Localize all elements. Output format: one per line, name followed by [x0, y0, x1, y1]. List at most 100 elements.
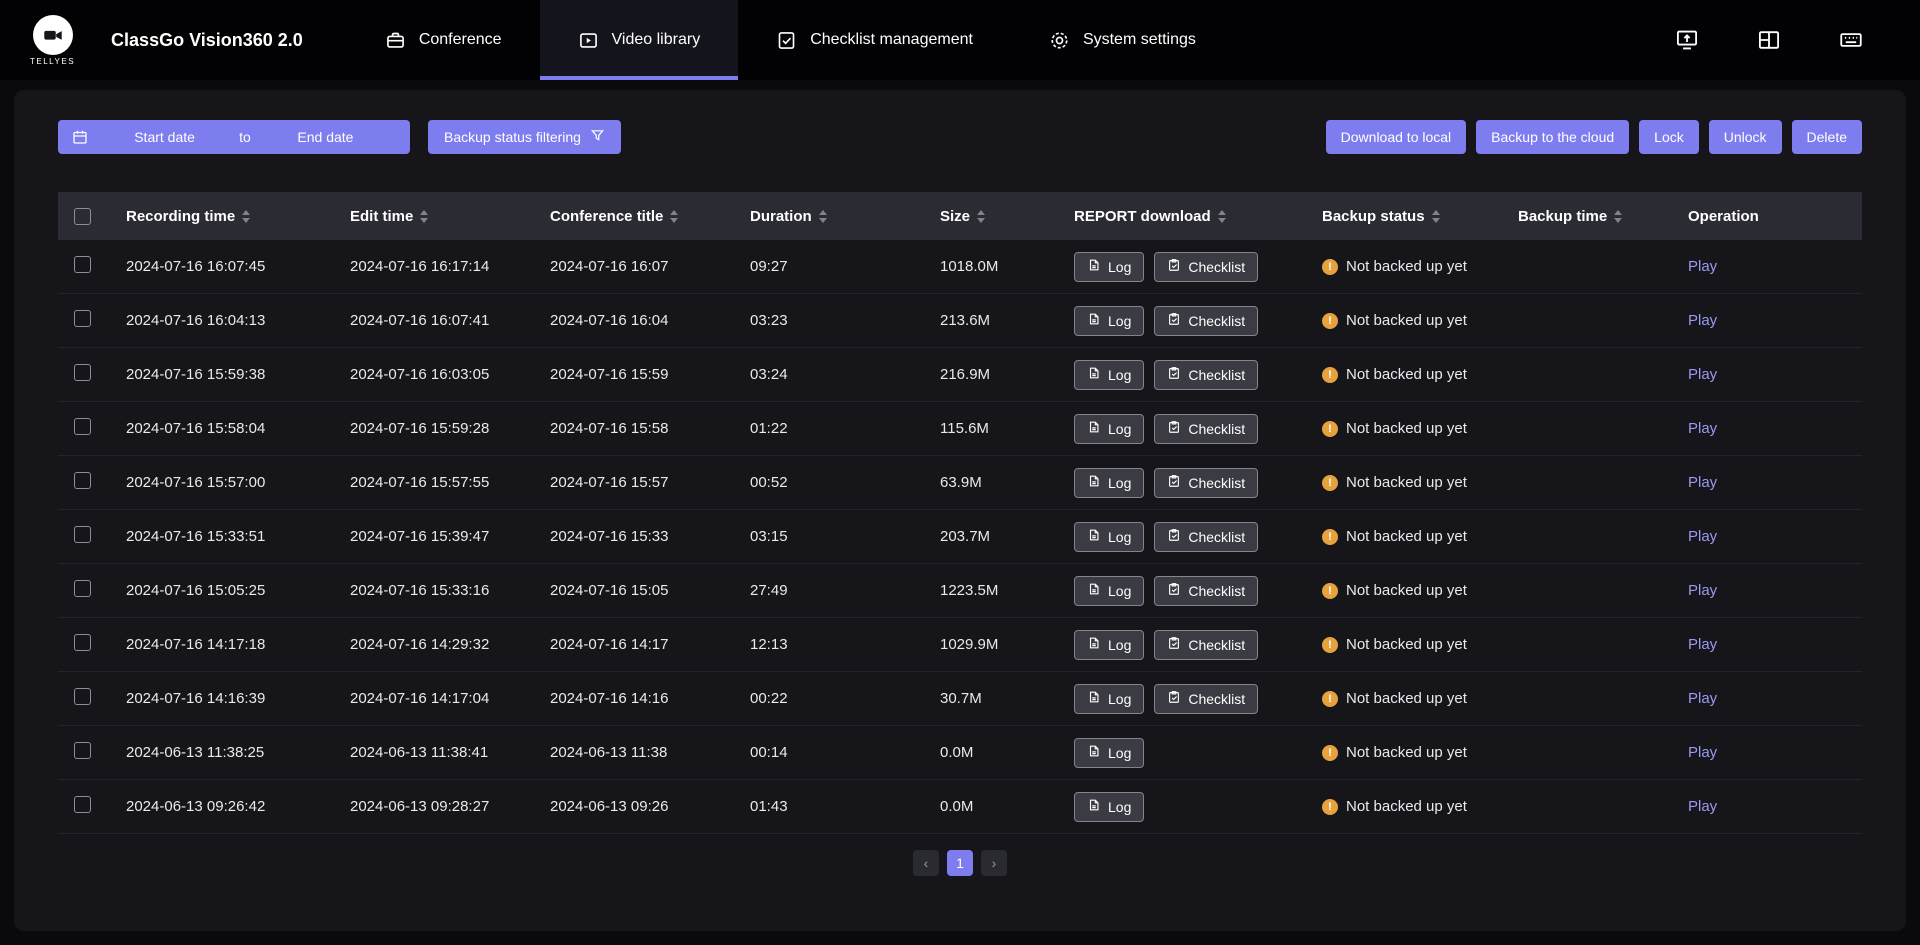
tab-conference[interactable]: Conference — [347, 0, 540, 80]
row-checkbox[interactable] — [74, 364, 91, 381]
log-button[interactable]: Log — [1074, 630, 1144, 660]
start-date-input[interactable]: Start date — [94, 129, 235, 145]
warning-icon: ! — [1322, 475, 1338, 491]
col-header-size[interactable]: Size — [940, 208, 1074, 225]
col-header-recording-time[interactable]: Recording time — [126, 208, 350, 225]
log-button[interactable]: Log — [1074, 468, 1144, 498]
log-button[interactable]: Log — [1074, 252, 1144, 282]
play-link[interactable]: Play — [1688, 744, 1717, 761]
checklist-button[interactable]: Checklist — [1154, 306, 1258, 336]
log-icon — [1087, 474, 1101, 491]
layout-button[interactable] — [1756, 27, 1782, 53]
filter-button-label: Backup status filtering — [444, 129, 581, 145]
row-checkbox[interactable] — [74, 526, 91, 543]
keyboard-button[interactable] — [1838, 27, 1864, 53]
recording-time-cell: 2024-07-16 16:04:13 — [126, 312, 350, 329]
sort-icon[interactable] — [1614, 210, 1622, 223]
backup-to-cloud-button[interactable]: Backup to the cloud — [1476, 120, 1629, 154]
recording-time-cell: 2024-07-16 15:33:51 — [126, 528, 350, 545]
col-header-report-download[interactable]: REPORT download — [1074, 208, 1322, 225]
row-checkbox[interactable] — [74, 742, 91, 759]
sort-icon[interactable] — [420, 210, 428, 223]
checklist-button[interactable]: Checklist — [1154, 576, 1258, 606]
log-button[interactable]: Log — [1074, 360, 1144, 390]
play-link[interactable]: Play — [1688, 528, 1717, 545]
page-number-button[interactable]: 1 — [947, 850, 973, 876]
backup-status-cell: !Not backed up yet — [1322, 582, 1518, 599]
play-link[interactable]: Play — [1688, 690, 1717, 707]
play-link[interactable]: Play — [1688, 636, 1717, 653]
edit-time-cell: 2024-07-16 16:03:05 — [350, 366, 550, 383]
col-header-conference-title[interactable]: Conference title — [550, 208, 750, 225]
row-checkbox-cell — [58, 796, 126, 817]
sort-icon[interactable] — [1218, 210, 1226, 223]
checklist-button[interactable]: Checklist — [1154, 360, 1258, 390]
col-header-label: Backup status — [1322, 208, 1425, 225]
size-cell: 1029.9M — [940, 636, 1074, 653]
checklist-doc-icon — [1167, 690, 1181, 707]
col-header-duration[interactable]: Duration — [750, 208, 940, 225]
end-date-input[interactable]: End date — [255, 129, 396, 145]
next-page-button[interactable]: › — [981, 850, 1007, 876]
log-button[interactable]: Log — [1074, 414, 1144, 444]
sort-icon[interactable] — [1432, 210, 1440, 223]
backup-status-cell: !Not backed up yet — [1322, 690, 1518, 707]
sort-icon[interactable] — [670, 210, 678, 223]
row-checkbox[interactable] — [74, 796, 91, 813]
download-to-local-button[interactable]: Download to local — [1326, 120, 1467, 154]
play-link[interactable]: Play — [1688, 798, 1717, 815]
sort-icon[interactable] — [819, 210, 827, 223]
recording-time-cell: 2024-06-13 09:26:42 — [126, 798, 350, 815]
select-all-checkbox[interactable] — [74, 208, 91, 225]
row-checkbox[interactable] — [74, 472, 91, 489]
play-link[interactable]: Play — [1688, 474, 1717, 491]
checklist-button[interactable]: Checklist — [1154, 252, 1258, 282]
checklist-button[interactable]: Checklist — [1154, 522, 1258, 552]
row-checkbox[interactable] — [74, 580, 91, 597]
log-button[interactable]: Log — [1074, 306, 1144, 336]
col-header-operation: Operation — [1688, 208, 1862, 225]
screen-cast-button[interactable] — [1674, 27, 1700, 53]
operation-cell: Play — [1688, 582, 1862, 599]
checklist-button[interactable]: Checklist — [1154, 414, 1258, 444]
checklist-button[interactable]: Checklist — [1154, 468, 1258, 498]
play-link[interactable]: Play — [1688, 312, 1717, 329]
unlock-button[interactable]: Unlock — [1709, 120, 1782, 154]
log-button[interactable]: Log — [1074, 792, 1144, 822]
sort-icon[interactable] — [242, 210, 250, 223]
date-range-picker[interactable]: Start date to End date — [58, 120, 410, 154]
play-link[interactable]: Play — [1688, 420, 1717, 437]
row-checkbox[interactable] — [74, 418, 91, 435]
play-link[interactable]: Play — [1688, 258, 1717, 275]
row-checkbox[interactable] — [74, 256, 91, 273]
row-checkbox[interactable] — [74, 634, 91, 651]
tab-checklist-management[interactable]: Checklist management — [738, 0, 1011, 80]
layout-icon — [1756, 27, 1782, 53]
row-checkbox[interactable] — [74, 310, 91, 327]
tab-system-settings[interactable]: System settings — [1011, 0, 1234, 80]
col-header-edit-time[interactable]: Edit time — [350, 208, 550, 225]
duration-cell: 01:43 — [750, 798, 940, 815]
col-header-backup-time[interactable]: Backup time — [1518, 208, 1688, 225]
backup-status-filter-button[interactable]: Backup status filtering — [428, 120, 621, 154]
tab-video-library[interactable]: Video library — [540, 0, 739, 80]
lock-button[interactable]: Lock — [1639, 120, 1699, 154]
warning-icon: ! — [1322, 529, 1338, 545]
log-button[interactable]: Log — [1074, 684, 1144, 714]
log-button[interactable]: Log — [1074, 738, 1144, 768]
play-link[interactable]: Play — [1688, 366, 1717, 383]
play-link[interactable]: Play — [1688, 582, 1717, 599]
col-header-backup-status[interactable]: Backup status — [1322, 208, 1518, 225]
operation-cell: Play — [1688, 798, 1862, 815]
sort-icon[interactable] — [977, 210, 985, 223]
row-checkbox[interactable] — [74, 688, 91, 705]
prev-page-button[interactable]: ‹ — [913, 850, 939, 876]
delete-button[interactable]: Delete — [1792, 120, 1862, 154]
checklist-button[interactable]: Checklist — [1154, 630, 1258, 660]
log-button[interactable]: Log — [1074, 576, 1144, 606]
col-header-label: Backup time — [1518, 208, 1607, 225]
backup-status-cell: !Not backed up yet — [1322, 420, 1518, 437]
checklist-button[interactable]: Checklist — [1154, 684, 1258, 714]
log-button[interactable]: Log — [1074, 522, 1144, 552]
video-library-icon — [578, 30, 599, 51]
